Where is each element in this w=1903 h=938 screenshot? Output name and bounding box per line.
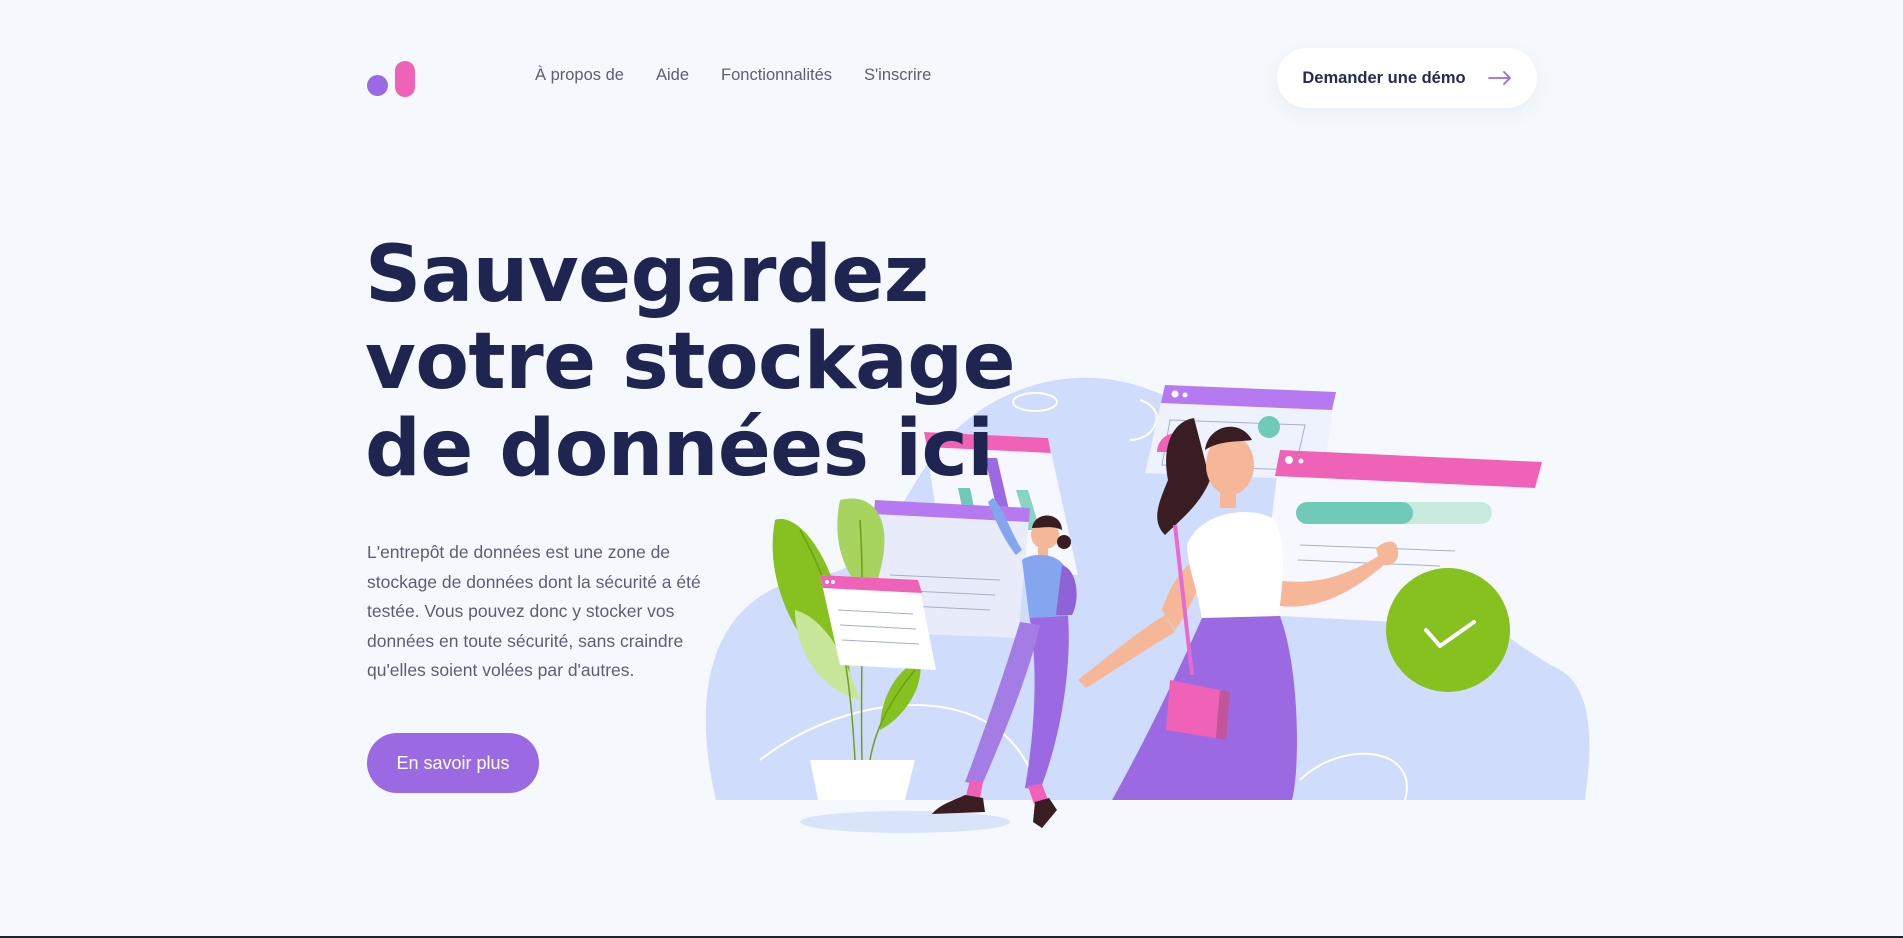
main-nav: À propos de Aide Fonctionnalités S'inscr…	[535, 66, 931, 85]
nav-link-features[interactable]: Fonctionnalités	[721, 66, 832, 84]
ground-shadow	[800, 811, 1010, 833]
request-demo-button[interactable]: Demander une démo	[1277, 48, 1537, 108]
nav-item-help: Aide	[656, 66, 689, 85]
nav-link-signup[interactable]: S'inscrire	[864, 66, 931, 84]
logo-dot	[367, 75, 388, 96]
request-demo-label: Demander une démo	[1302, 68, 1466, 87]
arrow-right-icon	[1487, 71, 1511, 85]
brand-logo[interactable]	[367, 61, 419, 97]
nav-link-about[interactable]: À propos de	[535, 66, 624, 84]
hero-title-line-1: Sauvegardez	[365, 230, 929, 320]
hero-description: L'entrepôt de données est une zone de st…	[367, 542, 701, 680]
hero-title-line-3: de données ici	[365, 404, 994, 494]
nav-item-features: Fonctionnalités	[721, 66, 832, 85]
nav-link-help[interactable]: Aide	[656, 66, 689, 84]
hero-title: Sauvegardez votre stockage de données ic…	[365, 230, 1016, 494]
hero-title-line-2: votre stockage	[365, 317, 1016, 407]
nav-item-signup: S'inscrire	[864, 66, 931, 85]
logo-pill	[395, 61, 415, 97]
learn-more-button[interactable]: En savoir plus	[367, 733, 539, 793]
check-badge	[1386, 568, 1510, 692]
nav-item-about: À propos de	[535, 66, 624, 85]
